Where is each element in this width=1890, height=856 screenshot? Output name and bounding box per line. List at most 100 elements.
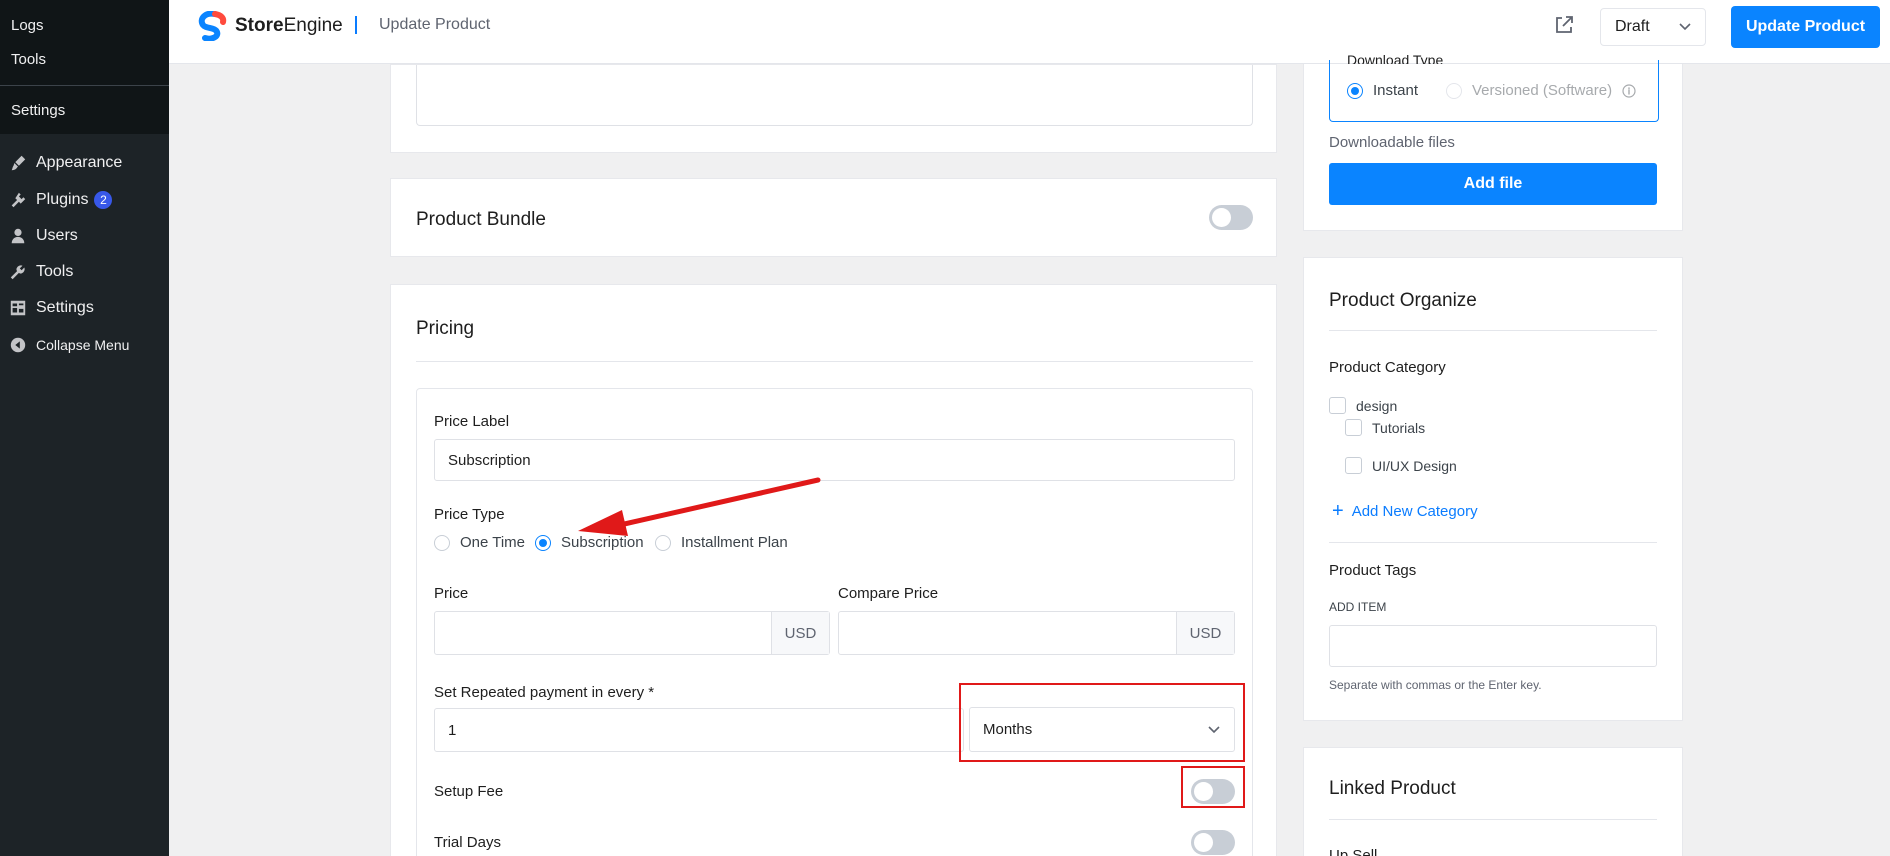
linked-product-card: Linked Product Up Sell xyxy=(1303,747,1683,856)
pricing-divider xyxy=(416,361,1253,362)
status-value: Draft xyxy=(1615,18,1650,35)
radio-button xyxy=(434,534,450,551)
organize-divider-2 xyxy=(1329,542,1657,543)
price-currency-addon: USD xyxy=(771,612,829,654)
downloads-card: Download Type Instant Versioned (Softwar… xyxy=(1303,52,1683,231)
add-new-category-link[interactable]: + Add New Category xyxy=(1332,501,1478,521)
download-type-label: Download Type xyxy=(1347,52,1444,64)
product-bundle-toggle[interactable] xyxy=(1209,205,1253,230)
compare-price-currency-addon: USD xyxy=(1176,612,1234,654)
title-separator xyxy=(355,16,357,34)
downloadable-files-label: Downloadable files xyxy=(1329,134,1455,151)
add-item-label: ADD ITEM xyxy=(1329,600,1387,614)
radio-label: Instant xyxy=(1373,82,1419,99)
plugin-icon xyxy=(0,191,36,209)
sidebar-item-tools[interactable]: Tools xyxy=(0,254,169,290)
add-new-category-label: Add New Category xyxy=(1351,502,1478,520)
category-label: design xyxy=(1356,397,1398,414)
status-select[interactable]: Draft xyxy=(1600,8,1706,46)
organize-divider xyxy=(1329,330,1657,331)
submenu-item-logs[interactable]: Logs xyxy=(11,17,44,34)
category-tutorials[interactable]: Tutorials xyxy=(1345,419,1425,436)
admin-sidebar: Logs Tools Settings Appearance Plugins 2… xyxy=(0,0,169,856)
settings-icon xyxy=(0,299,36,317)
submenu-item-settings[interactable]: Settings xyxy=(11,102,65,119)
storeengine-topbar: StoreEngine Update Product Draft Update … xyxy=(169,0,1890,64)
linked-product-title: Linked Product xyxy=(1329,778,1456,799)
annotation-arrow xyxy=(578,477,821,536)
price-input[interactable]: USD xyxy=(434,611,830,655)
download-type-instant[interactable]: Instant xyxy=(1347,82,1418,99)
price-label-label: Price Label xyxy=(434,413,510,430)
radio-button-selected xyxy=(535,534,551,551)
submenu-divider xyxy=(0,85,169,86)
compare-price-input[interactable]: USD xyxy=(838,611,1235,655)
trial-days-label: Trial Days xyxy=(434,834,501,851)
user-icon xyxy=(0,227,36,245)
collapse-icon xyxy=(0,336,36,354)
download-type-box: Download Type Instant Versioned (Softwar… xyxy=(1329,52,1659,122)
sidebar-item-settings[interactable]: Settings xyxy=(0,290,169,326)
checkbox xyxy=(1345,457,1362,474)
product-tags-label: Product Tags xyxy=(1329,562,1417,579)
sidebar-item-label: Plugins xyxy=(36,191,89,208)
page-title: Update Product xyxy=(379,16,491,33)
trial-days-toggle[interactable] xyxy=(1191,830,1235,855)
sidebar-item-label: Users xyxy=(36,227,78,244)
compare-price-label: Compare Price xyxy=(838,585,939,602)
pricing-card: Pricing Price Label Subscription Price T… xyxy=(390,284,1277,856)
download-type-versioned: Versioned (Software) xyxy=(1446,82,1612,99)
sidebar-item-label: Settings xyxy=(36,299,94,316)
plugins-update-badge: 2 xyxy=(94,191,113,209)
submenu-item-tools[interactable]: Tools xyxy=(11,51,46,68)
tags-help-text: Separate with commas or the Enter key. xyxy=(1329,678,1542,692)
price-type-one-time[interactable]: One Time xyxy=(434,534,525,551)
sidebar-item-plugins[interactable]: Plugins 2 xyxy=(0,182,169,218)
category-label: Tutorials xyxy=(1372,419,1426,436)
sidebar-item-label: Collapse Menu xyxy=(36,337,130,353)
product-organize-title: Product Organize xyxy=(1329,290,1477,311)
product-organize-card: Product Organize Product Category design… xyxy=(1303,257,1683,721)
category-uiux-design[interactable]: UI/UX Design xyxy=(1345,457,1457,474)
description-editor[interactable] xyxy=(416,65,1253,126)
checkbox xyxy=(1345,419,1362,436)
sidebar-item-label: Tools xyxy=(36,263,74,280)
sidebar-item-label: Appearance xyxy=(36,154,123,171)
radio-label: One Time xyxy=(460,534,526,551)
product-bundle-title: Product Bundle xyxy=(416,209,546,230)
annotation-highlight-setup-fee xyxy=(1181,766,1245,808)
description-card xyxy=(390,64,1277,153)
radio-label: Versioned (Software) xyxy=(1472,82,1613,99)
repeat-interval-input[interactable]: 1 xyxy=(434,708,964,752)
repeat-interval-value: 1 xyxy=(448,721,457,739)
radio-button-selected xyxy=(1347,82,1363,99)
external-link-icon[interactable] xyxy=(1553,14,1575,36)
product-bundle-card: Product Bundle xyxy=(390,178,1277,257)
price-type-label: Price Type xyxy=(434,506,505,523)
sidebar-collapse-menu[interactable]: Collapse Menu xyxy=(0,327,169,363)
logo-wordmark: StoreEngine xyxy=(235,15,343,36)
repeat-payment-label: Set Repeated payment in every * xyxy=(434,684,655,701)
sidebar-item-appearance[interactable]: Appearance xyxy=(0,145,169,181)
category-design[interactable]: design xyxy=(1329,397,1397,414)
brush-icon xyxy=(0,154,36,172)
annotation-highlight-repeat-unit xyxy=(959,683,1245,762)
info-icon[interactable] xyxy=(1622,84,1636,98)
storeengine-logo[interactable]: StoreEngine xyxy=(195,11,343,41)
chevron-down-icon xyxy=(1679,23,1691,31)
sidebar-item-users[interactable]: Users xyxy=(0,218,169,254)
setup-fee-label: Setup Fee xyxy=(434,783,504,800)
wrench-icon xyxy=(0,263,36,281)
add-file-button[interactable]: Add file xyxy=(1329,163,1657,205)
checkbox xyxy=(1329,397,1346,414)
update-product-button[interactable]: Update Product xyxy=(1731,6,1880,48)
up-sell-label: Up Sell xyxy=(1329,847,1378,856)
product-tags-input[interactable] xyxy=(1329,625,1657,667)
pricing-panel: Price Label Subscription Price Type One … xyxy=(416,388,1253,856)
radio-button-disabled xyxy=(1446,82,1462,99)
plus-icon: + xyxy=(1332,500,1344,522)
linked-divider xyxy=(1329,819,1657,820)
price-label-input[interactable]: Subscription xyxy=(434,439,1235,481)
pricing-title: Pricing xyxy=(416,318,475,339)
category-label: UI/UX Design xyxy=(1372,457,1457,474)
